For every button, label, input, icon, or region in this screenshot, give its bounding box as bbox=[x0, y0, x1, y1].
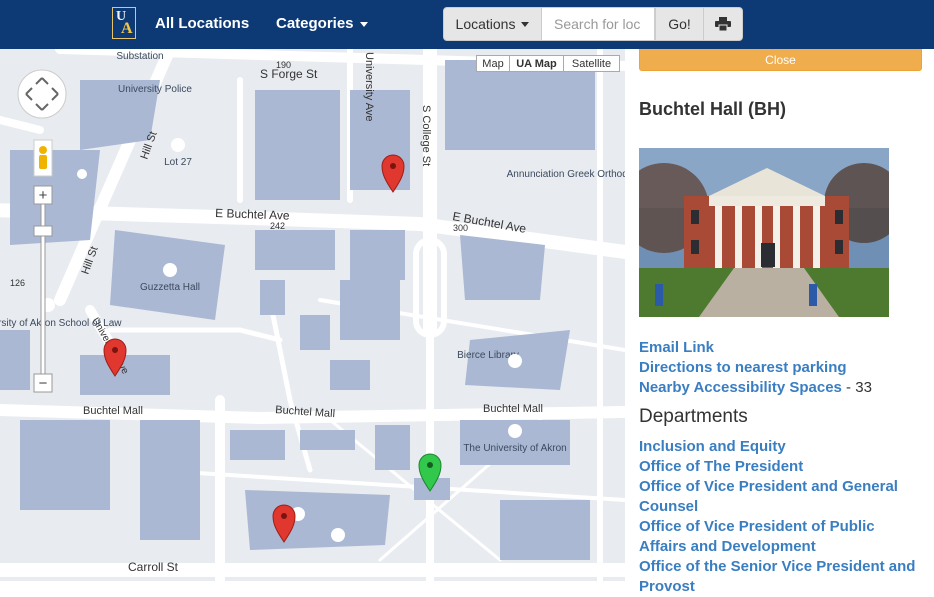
map-type-map-button[interactable]: Map bbox=[476, 55, 510, 72]
street-label: Carroll St bbox=[128, 560, 179, 574]
place-label: Guzzetta Hall bbox=[140, 282, 200, 293]
building bbox=[500, 500, 590, 560]
ua-logo[interactable]: U A bbox=[112, 7, 136, 39]
street-number: 190 bbox=[276, 60, 291, 70]
building bbox=[140, 420, 200, 540]
street-label: Buchtel Mall bbox=[83, 405, 143, 417]
building bbox=[255, 230, 335, 270]
place-label: The University of Akron bbox=[463, 443, 566, 454]
street-number: 242 bbox=[270, 221, 285, 231]
photo-entablature bbox=[709, 196, 825, 206]
place-label: University Police bbox=[118, 84, 192, 95]
building bbox=[330, 360, 370, 390]
chevron-down-icon bbox=[521, 21, 530, 27]
graduation-cap-icon bbox=[508, 354, 522, 368]
accessibility-spaces-link[interactable]: Nearby Accessibility Spaces bbox=[639, 379, 842, 396]
pin-dot bbox=[112, 347, 118, 353]
place-label: Substation bbox=[116, 51, 163, 62]
building bbox=[20, 420, 110, 510]
photo-sign bbox=[655, 284, 663, 306]
locations-label: Locations bbox=[455, 16, 516, 32]
department-link[interactable]: Office of Vice President of Public Affai… bbox=[639, 517, 924, 557]
building bbox=[460, 235, 545, 300]
department-link[interactable]: Office of The President bbox=[639, 457, 924, 477]
building bbox=[255, 90, 340, 200]
street-label: S College St bbox=[420, 105, 432, 166]
building bbox=[245, 490, 390, 550]
building bbox=[300, 430, 355, 450]
building bbox=[10, 150, 100, 245]
search-input[interactable] bbox=[541, 7, 655, 41]
departments-heading: Departments bbox=[639, 406, 748, 427]
pan-control[interactable] bbox=[17, 69, 67, 119]
go-button[interactable]: Go! bbox=[655, 7, 704, 41]
street-number: 300 bbox=[453, 223, 468, 233]
graduation-cap-icon bbox=[163, 263, 177, 277]
department-link[interactable]: Inclusion and Equity bbox=[639, 437, 924, 457]
place-label: Lot 27 bbox=[164, 157, 192, 168]
building bbox=[445, 60, 595, 150]
building bbox=[340, 280, 400, 340]
building-links: Email Link Directions to nearest parking… bbox=[639, 338, 929, 398]
zoom-out-label: − bbox=[39, 375, 48, 392]
print-button[interactable] bbox=[703, 7, 743, 41]
building bbox=[0, 330, 30, 390]
map-type-satellite-button[interactable]: Satellite bbox=[563, 55, 620, 72]
photo-sign bbox=[809, 284, 817, 306]
street-label: Buchtel Mall bbox=[483, 403, 543, 415]
building bbox=[260, 280, 285, 315]
pin-dot bbox=[281, 513, 287, 519]
all-locations-link[interactable]: All Locations bbox=[155, 15, 249, 32]
accessibility-row: Nearby Accessibility Spaces - 33 bbox=[639, 378, 929, 398]
building bbox=[350, 230, 405, 280]
zoom-slider-thumb[interactable] bbox=[33, 225, 53, 237]
pin-dot bbox=[390, 163, 396, 169]
building-photo-art bbox=[639, 148, 889, 317]
street-number: 126 bbox=[10, 278, 25, 288]
building-photo bbox=[639, 148, 889, 317]
place-label: Annunciation Greek Orthodox Church bbox=[507, 169, 625, 180]
building-title: Buchtel Hall (BH) bbox=[639, 99, 787, 119]
accessibility-separator: - bbox=[841, 379, 856, 396]
zoom-in-label: + bbox=[39, 187, 48, 204]
email-link[interactable]: Email Link bbox=[639, 338, 929, 358]
categories-dropdown[interactable]: Categories bbox=[276, 15, 368, 32]
pin-dot bbox=[427, 462, 433, 468]
map-canvas[interactable]: S Forge St E Buchtel Ave E Buchtel Ave H… bbox=[0, 49, 625, 581]
building bbox=[300, 315, 330, 350]
pegman-icon bbox=[39, 146, 47, 154]
building bbox=[230, 430, 285, 460]
graduation-cap-icon bbox=[508, 424, 522, 438]
street-label: University Ave bbox=[363, 52, 375, 122]
logo-letter-a: A bbox=[121, 20, 133, 37]
top-navbar: U A All Locations Categories Locations G… bbox=[0, 0, 934, 49]
print-icon bbox=[715, 17, 731, 31]
map-type-ua-map-button[interactable]: UA Map bbox=[509, 55, 564, 72]
restaurant-icon bbox=[331, 528, 345, 542]
locations-dropdown-button[interactable]: Locations bbox=[443, 7, 542, 41]
department-link[interactable]: Office of Vice President and General Cou… bbox=[639, 477, 924, 517]
graduation-cap-icon bbox=[171, 138, 185, 152]
close-button[interactable]: Close bbox=[639, 49, 922, 71]
categories-label: Categories bbox=[276, 15, 354, 32]
place-label: The University of Akron School of Law bbox=[0, 318, 122, 329]
dot-icon bbox=[77, 169, 87, 179]
departments-list: Inclusion and Equity Office of The Presi… bbox=[639, 437, 924, 597]
campus-map[interactable]: S Forge St E Buchtel Ave E Buchtel Ave H… bbox=[0, 49, 625, 581]
pegman-body bbox=[39, 155, 47, 169]
accessibility-count: 33 bbox=[855, 379, 872, 396]
building bbox=[375, 425, 410, 470]
chevron-down-icon bbox=[359, 21, 368, 27]
department-link[interactable]: Office of the Senior Vice President and … bbox=[639, 557, 924, 597]
directions-parking-link[interactable]: Directions to nearest parking bbox=[639, 358, 929, 378]
